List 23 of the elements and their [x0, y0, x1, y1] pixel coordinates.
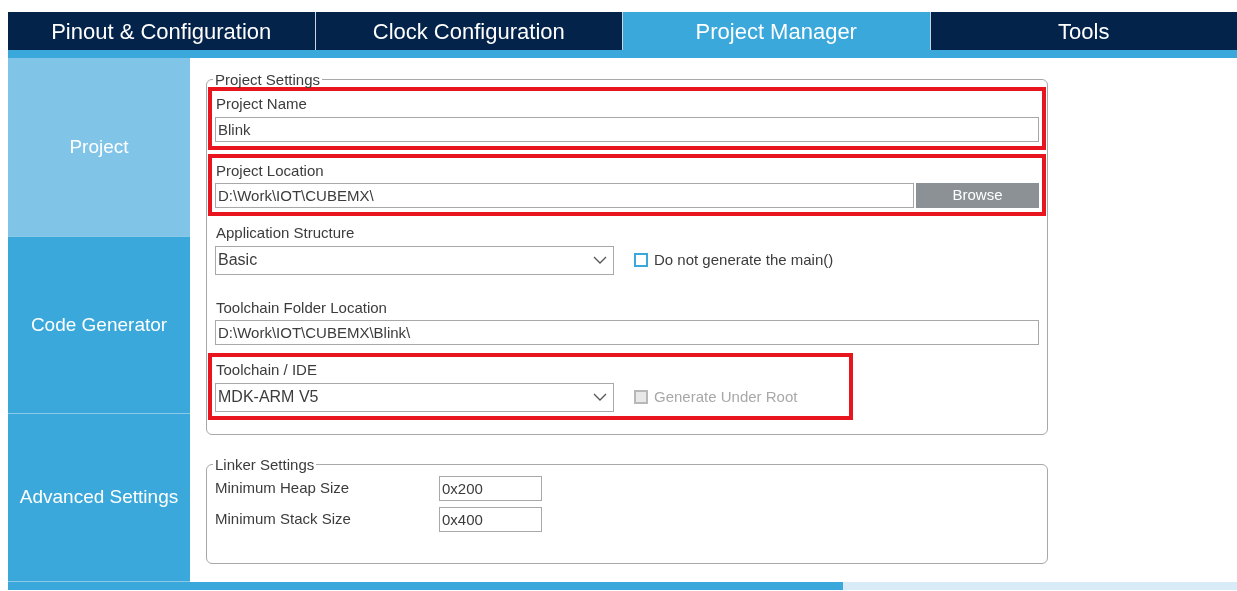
- field-label: Toolchain / IDE: [216, 360, 317, 380]
- text-field[interactable]: 0x200: [439, 475, 542, 501]
- text-field[interactable]: D:\Work\IOT\CUBEMX\Blink\: [215, 320, 1039, 345]
- checkbox-label: Generate Under Root: [654, 386, 798, 407]
- checkbox[interactable]: [634, 253, 648, 267]
- field-label: Toolchain Folder Location: [216, 297, 387, 318]
- chevron-down-icon: [593, 256, 607, 264]
- dropdown[interactable]: MDK-ARM V5: [215, 382, 614, 412]
- scrollbar-track[interactable]: [8, 582, 1237, 590]
- group-title: Linker Settings: [214, 456, 316, 472]
- field-label: Project Location: [216, 160, 324, 181]
- text-field[interactable]: Blink: [215, 116, 1039, 142]
- field-label: Minimum Stack Size: [215, 508, 352, 529]
- dropdown[interactable]: Basic: [215, 245, 614, 275]
- field-label: Application Structure: [216, 223, 355, 243]
- scrollbar-thumb[interactable]: [8, 582, 843, 590]
- checkbox-label: Do not generate the main(): [654, 249, 834, 270]
- chevron-down-icon: [593, 393, 607, 401]
- text-field[interactable]: 0x400: [439, 506, 542, 532]
- field-label: Minimum Heap Size: [215, 477, 351, 498]
- field-label: Project Name: [216, 94, 307, 114]
- text-field[interactable]: D:\Work\IOT\CUBEMX\: [215, 183, 914, 208]
- group-title: Project Settings: [214, 72, 322, 87]
